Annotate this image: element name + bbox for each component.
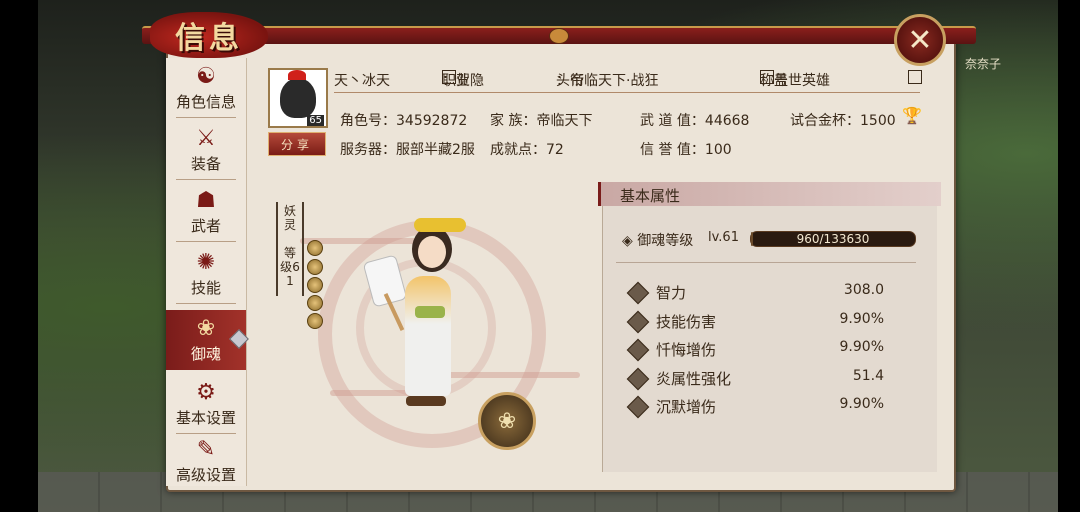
profile-line: 天丶冰天 职业：贺隐 头衔：帝临天下·战狂 称号：盖世英雄 <box>334 70 924 90</box>
sidebar-item-equipment[interactable]: ⚔ 装备 <box>166 120 246 180</box>
fox-spirit-icon: ❀ <box>497 408 517 434</box>
soul-exp-bar: 960/133630 <box>750 231 916 247</box>
character-body <box>405 276 451 396</box>
sidebar-item-label: 角色信息 <box>175 92 236 111</box>
attributes-divider <box>616 262 916 263</box>
martial-value: 武 道 值：44668 <box>640 113 750 129</box>
sidebar-item-advanced-settings[interactable]: ✎ 高级设置 <box>166 436 246 486</box>
soul-bead[interactable] <box>307 240 323 256</box>
sidebar-item-label: 武者 <box>190 216 221 235</box>
title-badge: 信息 <box>150 12 268 58</box>
reputation: 信 誉 值：100 <box>640 142 732 158</box>
sidebar-item-basic-settings[interactable]: ⚙ 基本设置 <box>166 374 246 434</box>
spirit-label: 妖灵 等级61 <box>276 202 304 296</box>
character-feet <box>406 396 446 406</box>
soul-icon: ❀ <box>196 315 216 341</box>
skill-icon: ✺ <box>196 249 216 275</box>
avatar[interactable]: 65 <box>268 68 328 128</box>
spirit-portrait-button[interactable]: ❀ <box>478 392 536 450</box>
soul-bead[interactable] <box>307 277 323 293</box>
diamond-icon <box>626 310 650 334</box>
sidebar-item-warrior[interactable]: ☗ 武者 <box>166 182 246 242</box>
sidebar-item-label: 高级设置 <box>175 465 236 484</box>
close-button[interactable]: ✕ <box>894 14 946 66</box>
sidebar-item-label: 基本设置 <box>175 408 236 427</box>
role-id: 角色号：34592872 <box>340 113 468 129</box>
server: 服务器：服部半藏2服 <box>340 142 475 158</box>
sidebar-item-label: 技能 <box>190 278 221 297</box>
edit-icon <box>908 70 922 84</box>
soul-bead[interactable] <box>307 313 323 329</box>
soul-bead[interactable] <box>307 259 323 275</box>
character-sash <box>415 306 445 318</box>
cup-value: 试合金杯：1500 <box>790 113 896 129</box>
character-face <box>418 236 446 268</box>
attribute-row-skill-damage: 技能伤害 9.90% <box>626 310 884 334</box>
trophy-icon: 🏆 <box>902 106 922 125</box>
decor-band <box>440 372 580 378</box>
left-letterbox <box>0 0 38 512</box>
attribute-row-fire-boost: 炎属性强化 51.4 <box>626 367 884 391</box>
character-icon: ☯ <box>196 63 216 89</box>
close-icon: ✕ <box>907 22 933 58</box>
soul-bead[interactable] <box>307 295 323 311</box>
soul-level-value: lv.61 <box>708 230 739 245</box>
avatar-face <box>280 78 316 118</box>
diamond-icon <box>626 367 650 391</box>
character-bow <box>414 218 466 232</box>
header-divider <box>334 92 920 93</box>
soul-level-label: ◈ 御魂等级 <box>622 233 694 249</box>
sidebar-item-label: 御魂 <box>190 344 221 363</box>
swords-icon: ⚔ <box>196 125 216 151</box>
diamond-icon <box>626 395 650 419</box>
nickname-field[interactable]: 称号：盖世英雄 <box>760 70 830 90</box>
sidebar-item-skills[interactable]: ✺ 技能 <box>166 244 246 304</box>
job-field[interactable]: 职业：贺隐 <box>442 70 484 90</box>
nickname-value: 盖世英雄 <box>774 73 830 89</box>
sidebar-item-character-info[interactable]: ☯ 角色信息 <box>166 58 246 118</box>
soul-exp-text: 960/133630 <box>796 232 870 246</box>
attribute-row-silence-damage: 沉默增伤 9.90% <box>626 395 884 419</box>
advanced-icon: ✎ <box>196 436 216 462</box>
diamond-icon <box>626 338 650 362</box>
avatar-level: 65 <box>307 115 324 126</box>
sidebar-item-label: 装备 <box>190 154 221 173</box>
avatar-hat <box>288 70 306 80</box>
window-title: 信息 <box>175 21 243 56</box>
warrior-icon: ☗ <box>196 187 216 213</box>
gear-icon: ⚙ <box>196 379 216 405</box>
attribute-row-intelligence: 智力 308.0 <box>626 281 884 305</box>
diamond-icon <box>626 281 650 305</box>
attribute-row-repent-damage: 忏悔增伤 9.90% <box>626 338 884 362</box>
title-field: 头衔：帝临天下·战狂 <box>556 70 658 90</box>
sidebar: ☯ 角色信息 ⚔ 装备 ☗ 武者 ✺ 技能 ❀ 御魂 ⚙ 基本设置 ✎ 高级设置 <box>166 58 247 486</box>
rail-ornament <box>549 28 569 44</box>
player-name: 天丶冰天 <box>334 73 390 89</box>
share-button[interactable]: 分享 <box>268 132 326 156</box>
npc-name-label: 奈奈子 <box>965 57 1002 71</box>
right-letterbox <box>1058 0 1080 512</box>
achievement-points: 成就点：72 <box>490 142 564 158</box>
attributes-title: 基本属性 <box>620 187 681 205</box>
job-value: 贺隐 <box>456 73 484 89</box>
clan: 家 族：帝临天下 <box>490 113 593 129</box>
title-value: 帝临天下·战狂 <box>570 73 659 89</box>
